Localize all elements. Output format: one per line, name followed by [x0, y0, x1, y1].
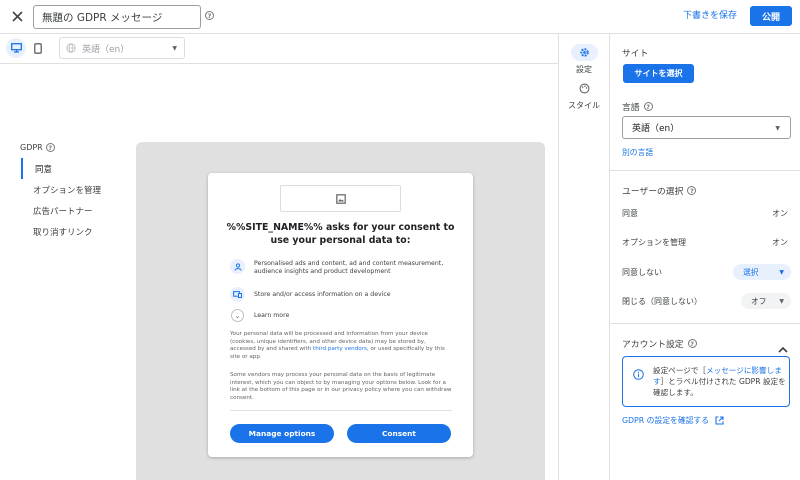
language-heading-text: 言語 [622, 103, 640, 113]
chevron-down-icon: ▼ [172, 45, 177, 52]
learn-more-link[interactable]: Learn more [254, 312, 289, 320]
divider [610, 323, 800, 324]
info-text-after: ］とラベル付けされた GDPR 設定を確認します。 [653, 377, 786, 397]
chevron-down-icon: ▼ [779, 269, 784, 276]
chevron-down-icon: ▼ [775, 125, 780, 132]
nav-item-manage-options[interactable]: オプションを管理 [21, 179, 121, 200]
nav-item-label: 取り消すリンク [33, 227, 93, 238]
choice-label: 同意 [622, 209, 638, 218]
help-icon[interactable]: ? [687, 339, 697, 348]
nav-item-consent[interactable]: 同意 [21, 158, 121, 179]
image-icon [335, 193, 346, 204]
rail-style[interactable]: スタイル [559, 80, 609, 111]
account-settings-heading-text: アカウント設定 [622, 340, 684, 350]
divider [610, 170, 800, 171]
language-select-value: 英語（en） [632, 124, 680, 134]
palette-icon [571, 80, 598, 97]
consent-dialog-preview: %%SITE_NAME%% asks for your consent to u… [208, 173, 473, 457]
help-icon[interactable]: ? [205, 11, 214, 20]
desktop-view-button[interactable] [6, 38, 26, 58]
message-name-text: 無題の GDPR メッセージ [42, 11, 163, 24]
top-bar: 無題の GDPR メッセージ ? 下書きを保存 公開 [0, 0, 800, 34]
dialog-paragraph-2: Some vendors may process your personal d… [230, 372, 452, 401]
info-box: 設定ページで［メッセージに影響します］とラベル付けされた GDPR 設定を確認し… [622, 356, 790, 407]
open-in-new-icon [715, 416, 724, 425]
other-language-link[interactable]: 別の言語 [622, 147, 653, 158]
mobile-icon [34, 42, 42, 54]
manage-options-button[interactable]: Manage options [230, 424, 334, 443]
logo-placeholder[interactable] [280, 185, 401, 212]
globe-icon [66, 43, 76, 53]
nav-item-label: 広告パートナー [33, 206, 93, 217]
site-heading: サイト [622, 46, 648, 59]
close-icon[interactable] [8, 6, 26, 26]
decline-choice-select[interactable]: 選択 ▼ [733, 264, 791, 280]
help-icon[interactable]: ? [687, 186, 697, 195]
consent-button[interactable]: Consent [347, 424, 451, 443]
rail-style-label: スタイル [568, 101, 600, 110]
rail-settings[interactable]: 設定 [559, 44, 609, 75]
preview-language-text: 英語（en） [82, 44, 130, 55]
dialog-paragraph-1: Your personal data will be processed and… [230, 331, 452, 361]
select-site-button[interactable]: サイトを選択 [623, 64, 694, 83]
account-settings-heading: アカウント設定 ? [622, 337, 697, 350]
help-icon[interactable]: ? [643, 102, 653, 111]
third-party-vendors-link[interactable]: third party vendors [313, 346, 367, 352]
desktop-icon [10, 43, 22, 53]
site-heading-text: サイト [622, 49, 649, 59]
choice-value: オン [772, 209, 788, 218]
close-choice-select[interactable]: オフ ▼ [741, 293, 791, 309]
divider [609, 34, 610, 480]
nav-item-label: オプションを管理 [33, 185, 102, 196]
gdpr-nav-heading: GDPR ? [20, 143, 55, 152]
choice-value: オフ [751, 296, 767, 306]
gdpr-nav-title: GDPR [20, 143, 43, 152]
preview-language-select[interactable]: 英語（en） ▼ [59, 37, 185, 59]
person-icon [230, 259, 245, 274]
choice-value: オン [772, 238, 788, 247]
message-name-input[interactable]: 無題の GDPR メッセージ [33, 5, 201, 29]
info-text: 設定ページで［メッセージに影響します］とラベル付けされた GDPR 設定を確認し… [653, 365, 787, 398]
choice-label: 同意しない [622, 268, 662, 277]
dialog-title: %%SITE_NAME%% asks for your consent to u… [226, 222, 455, 246]
purpose-text: Personalised ads and content, ad and con… [254, 260, 444, 275]
gear-icon [570, 44, 598, 61]
language-heading: 言語 ? [622, 100, 653, 113]
divider [230, 410, 452, 411]
choice-value: 選択 [743, 267, 759, 277]
check-gdpr-settings-text: GDPR の設定を確認する [622, 416, 710, 425]
chevron-up-icon[interactable] [778, 338, 788, 357]
nav-item-revocation-link[interactable]: 取り消すリンク [21, 221, 121, 242]
mobile-view-button[interactable] [28, 38, 48, 58]
preview-toolbar: 英語（en） ▼ [0, 34, 558, 64]
user-choice-heading: ユーザーの選択 ? [622, 184, 697, 197]
device-icon [230, 287, 245, 302]
publish-button[interactable]: 公開 [750, 6, 792, 26]
info-text-before: 設定ページで［ [653, 366, 707, 375]
check-gdpr-settings-link[interactable]: GDPR の設定を確認する [622, 415, 724, 426]
user-choice-heading-text: ユーザーの選択 [622, 187, 684, 197]
rail-settings-label: 設定 [576, 65, 592, 74]
choice-label: オプションを管理 [622, 238, 686, 247]
language-select[interactable]: 英語（en） ▼ [622, 116, 791, 139]
purpose-text: Store and/or access information on a dev… [254, 291, 391, 298]
nav-item-label: 同意 [35, 164, 53, 175]
nav-item-ad-partners[interactable]: 広告パートナー [21, 200, 121, 221]
chevron-down-icon[interactable]: ⌄ [231, 309, 244, 322]
choice-label: 閉じる（同意しない） [622, 297, 702, 306]
help-icon[interactable]: ? [45, 143, 55, 152]
info-icon [633, 365, 644, 384]
chevron-down-icon: ▼ [779, 298, 784, 305]
save-draft-button[interactable]: 下書きを保存 [683, 8, 737, 21]
